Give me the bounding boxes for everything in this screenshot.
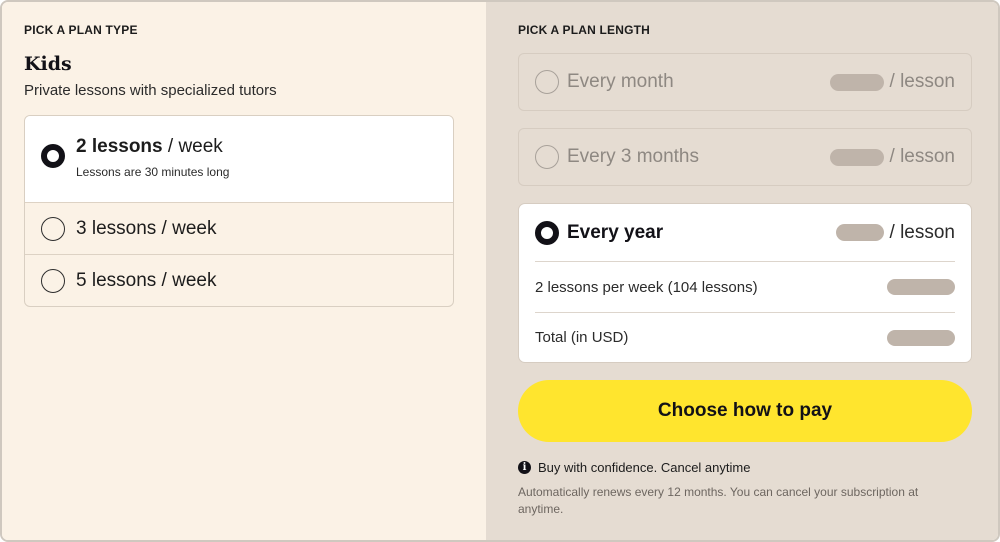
frequency-option-2-lessons[interactable]: 2 lessons / week Lessons are 30 minutes …	[25, 116, 453, 202]
price-placeholder	[829, 148, 884, 166]
radio-unselected-icon[interactable]	[41, 216, 65, 241]
length-option-yearly[interactable]: Every year / lesson 2 lessons per week (…	[518, 203, 972, 363]
confidence-text: Buy with confidence. Cancel anytime	[538, 460, 751, 475]
radio-unselected-icon[interactable]	[41, 268, 65, 293]
per-lesson-label: / lesson	[889, 146, 955, 167]
length-option-3-months[interactable]: Every 3 months / lesson	[518, 128, 972, 186]
radio-unselected-icon[interactable]	[535, 145, 559, 169]
radio-selected-icon[interactable]	[535, 220, 559, 245]
lesson-duration-note: Lessons are 30 minutes long	[76, 165, 230, 179]
price-placeholder	[887, 329, 955, 346]
length-option-label: Every 3 months	[567, 146, 699, 167]
price-placeholder	[829, 73, 884, 91]
lessons-count-row: 2 lessons per week (104 lessons)	[535, 262, 955, 312]
info-icon: i	[518, 461, 531, 474]
frequency-option-text: 2 lessons / week Lessons are 30 minutes …	[76, 136, 229, 179]
buy-with-confidence: i Buy with confidence. Cancel anytime	[518, 460, 972, 475]
frequency-option-label: 5 lessons / week	[76, 269, 217, 291]
per-lesson-label: / lesson	[889, 221, 955, 243]
plan-picker: PICK A PLAN TYPE Kids Private lessons wi…	[0, 0, 1000, 542]
price-placeholder	[835, 224, 884, 241]
length-option-monthly[interactable]: Every month / lesson	[518, 53, 972, 111]
plan-length-heading: PICK A PLAN LENGTH	[518, 23, 651, 37]
frequency-option-5-lessons[interactable]: 5 lessons / week	[25, 254, 453, 306]
per-lesson-label: / lesson	[889, 71, 955, 92]
length-option-label: Every year	[567, 221, 664, 243]
plan-length-panel: PICK A PLAN LENGTH Every month / lesson …	[486, 2, 998, 540]
frequency-unit: / week	[162, 136, 223, 157]
lessons-count-label: 2 lessons per week (104 lessons)	[535, 278, 758, 296]
total-label: Total (in USD)	[535, 329, 629, 346]
lesson-frequency-options: 2 lessons / week Lessons are 30 minutes …	[24, 115, 454, 307]
radio-unselected-icon[interactable]	[535, 70, 559, 94]
frequency-option-3-lessons[interactable]: 3 lessons / week	[25, 202, 453, 254]
price-placeholder	[887, 279, 955, 295]
plan-title: Kids	[24, 53, 72, 75]
frequency-option-text: 5 lessons / week	[76, 270, 216, 292]
radio-selected-icon[interactable]	[41, 144, 65, 168]
frequency-count: 2 lessons	[76, 136, 163, 157]
plan-type-panel: PICK A PLAN TYPE Kids Private lessons wi…	[2, 2, 486, 540]
frequency-option-label: 2 lessons / week	[76, 136, 229, 158]
plan-type-heading: PICK A PLAN TYPE	[24, 23, 138, 37]
length-option-label: Every month	[567, 71, 674, 92]
frequency-option-text: 3 lessons / week	[76, 218, 216, 240]
choose-how-to-pay-button[interactable]: Choose how to pay	[518, 380, 972, 442]
frequency-option-label: 3 lessons / week	[76, 217, 217, 239]
auto-renew-note: Automatically renews every 12 months. Yo…	[518, 485, 919, 516]
plan-subtitle: Private lessons with specialized tutors	[24, 82, 277, 99]
total-row: Total (in USD)	[535, 312, 955, 362]
selected-length-header[interactable]: Every year / lesson	[535, 204, 955, 262]
